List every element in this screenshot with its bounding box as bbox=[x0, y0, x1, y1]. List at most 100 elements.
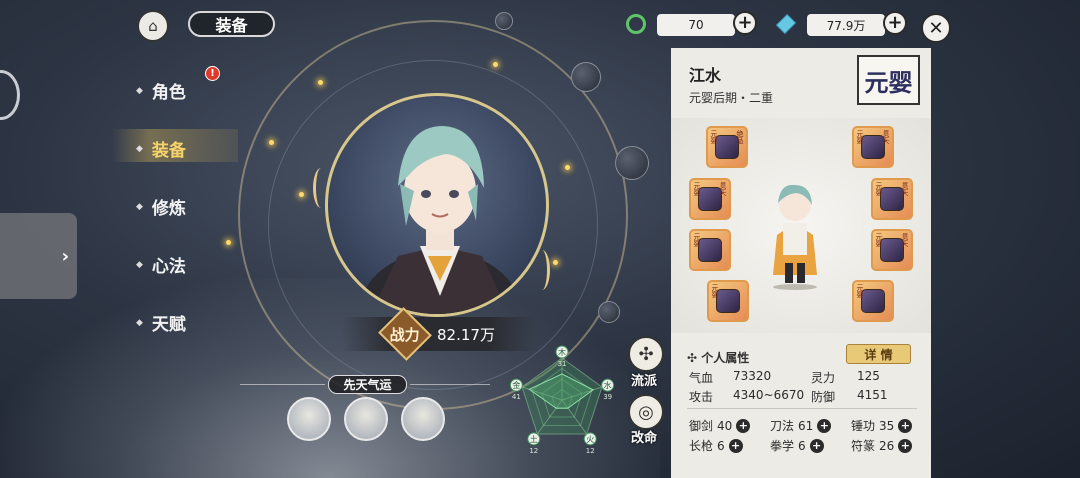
realm-seal: 元婴 bbox=[857, 55, 920, 105]
side-expand-tab[interactable]: › bbox=[0, 213, 77, 299]
swirl-icon: ◎ bbox=[638, 401, 654, 423]
diamond-icon: ◆ bbox=[136, 201, 143, 212]
page-title: 装备 bbox=[188, 11, 275, 37]
spark bbox=[493, 62, 498, 67]
nav-item-talent[interactable]: ◆ 天赋 bbox=[136, 310, 186, 335]
equip-slot-right-2[interactable]: 元婴 贯天 bbox=[871, 178, 913, 220]
stat-def-value: 4151 bbox=[857, 388, 888, 402]
home-button[interactable]: ⌂ bbox=[137, 10, 169, 42]
spark bbox=[299, 192, 304, 197]
innate-luck-title: 先天气运 bbox=[328, 375, 407, 394]
luck-avatar-3[interactable] bbox=[401, 397, 445, 441]
character-chibi bbox=[773, 184, 817, 290]
element-radar-chart: 木 31 水 39 火 12 土 12 金 41 bbox=[509, 345, 615, 455]
portrait-arc-ornament bbox=[313, 168, 329, 208]
stat-hp-label: 气血 bbox=[689, 371, 714, 385]
divider bbox=[687, 408, 917, 409]
spirit-crystal-icon bbox=[775, 13, 797, 35]
luck-avatar-2[interactable] bbox=[344, 397, 388, 441]
school-button[interactable]: ✣ bbox=[628, 336, 664, 372]
divider bbox=[240, 384, 325, 385]
portrait-arc-ornament bbox=[534, 250, 550, 290]
radar-element-label: 土 bbox=[530, 434, 538, 444]
stat-hp-value: 73320 bbox=[733, 369, 772, 383]
radar-element-label: 木 bbox=[558, 347, 566, 357]
add-currency1-button[interactable]: + bbox=[733, 11, 757, 35]
skill-hammer: 锤功 35 + bbox=[851, 417, 913, 434]
radar-element-value: 12 bbox=[586, 447, 595, 455]
radar-element-value: 41 bbox=[512, 393, 521, 401]
alert-badge: ! bbox=[205, 66, 220, 81]
combat-power-value: 82.17万 bbox=[437, 325, 495, 344]
character-realm: 元婴后期・二重 bbox=[689, 91, 774, 105]
diamond-icon: ◆ bbox=[136, 85, 143, 96]
currency2-value: 77.9万 bbox=[807, 14, 885, 36]
school-icon: ✣ bbox=[638, 343, 654, 365]
nav-item-mind-method[interactable]: ◆ 心法 bbox=[136, 252, 186, 277]
spark bbox=[318, 80, 323, 85]
character-art bbox=[360, 126, 520, 314]
upgrade-skill-spear-button[interactable]: + bbox=[728, 438, 743, 453]
close-icon: ✕ bbox=[928, 17, 944, 39]
add-currency2-button[interactable]: + bbox=[883, 11, 907, 35]
change-fate-button[interactable]: ◎ bbox=[628, 394, 664, 430]
change-fate-label: 改命 bbox=[631, 431, 658, 446]
diamond-icon: ◆ bbox=[136, 317, 143, 328]
compass-icon: ✣ bbox=[687, 351, 698, 365]
stat-atk-value: 4340~6670 bbox=[733, 388, 805, 402]
radar-element-label: 火 bbox=[586, 435, 594, 444]
currency1-value: 70 bbox=[657, 14, 735, 36]
equip-slot-right-3[interactable]: 元婴 贯天 bbox=[871, 229, 913, 271]
skill-spear: 长枪 6 + bbox=[689, 437, 743, 454]
diamond-icon: ◆ bbox=[136, 143, 143, 154]
personal-attributes-title: ✣ 个人属性 bbox=[687, 351, 750, 365]
diamond-icon: ◆ bbox=[136, 259, 143, 270]
spark bbox=[226, 240, 231, 245]
skill-sword: 御剑 40 + bbox=[689, 417, 751, 434]
spark bbox=[565, 165, 570, 170]
luck-avatar-1[interactable] bbox=[287, 397, 331, 441]
upgrade-skill-hammer-button[interactable]: + bbox=[898, 418, 913, 433]
nav-item-equipment[interactable]: ◆ 装备 bbox=[136, 136, 186, 161]
equip-slot-left-1[interactable]: 元婴 绝品 bbox=[706, 126, 748, 168]
equip-slot-left-3[interactable]: 元婴 bbox=[689, 229, 731, 271]
stat-def-label: 防御 bbox=[811, 390, 836, 404]
equip-slot-left-2[interactable]: 元婴 贯天 bbox=[689, 178, 731, 220]
school-label: 流派 bbox=[631, 374, 658, 389]
character-portrait bbox=[325, 93, 549, 317]
jade-ring-icon bbox=[626, 14, 646, 34]
details-button[interactable]: 详 情 bbox=[846, 344, 911, 364]
radar-element-value: 31 bbox=[558, 360, 567, 368]
skill-blade: 刀法 61 + bbox=[770, 417, 832, 434]
character-name: 江水 bbox=[689, 66, 722, 85]
radar-element-label: 金 bbox=[512, 380, 520, 390]
upgrade-skill-sword-button[interactable]: + bbox=[736, 418, 751, 433]
divider bbox=[410, 384, 490, 385]
equip-slot-left-4[interactable]: 元婴 bbox=[707, 280, 749, 322]
nav-item-role[interactable]: ◆ 角色 bbox=[136, 78, 186, 103]
orbit-planet bbox=[495, 12, 513, 30]
pavilion-icon: ⌂ bbox=[148, 17, 158, 35]
orbit-planet bbox=[598, 301, 620, 323]
radar-element-value: 12 bbox=[529, 447, 538, 455]
chevron-right-icon: › bbox=[61, 245, 69, 267]
equip-slot-right-4[interactable]: 元婴 bbox=[852, 280, 894, 322]
radar-element-label: 水 bbox=[604, 380, 612, 390]
equip-slot-right-1[interactable]: 元婴 贯天 bbox=[852, 126, 894, 168]
nav-item-cultivation[interactable]: ◆ 修炼 bbox=[136, 194, 186, 219]
stat-sp-value: 125 bbox=[857, 369, 880, 383]
skill-fist: 拳学 6 + bbox=[770, 437, 824, 454]
edge-ring bbox=[0, 70, 20, 120]
upgrade-skill-talisman-button[interactable]: + bbox=[898, 438, 913, 453]
close-button[interactable]: ✕ bbox=[921, 13, 951, 43]
upgrade-skill-fist-button[interactable]: + bbox=[809, 438, 824, 453]
spark bbox=[553, 260, 558, 265]
orbit-planet bbox=[571, 62, 601, 92]
radar-element-value: 39 bbox=[603, 393, 612, 401]
orbit-planet bbox=[615, 146, 649, 180]
skill-talisman: 符篆 26 + bbox=[851, 437, 913, 454]
upgrade-skill-blade-button[interactable]: + bbox=[817, 418, 832, 433]
stat-atk-label: 攻击 bbox=[689, 390, 714, 404]
spark bbox=[269, 140, 274, 145]
stat-sp-label: 灵力 bbox=[811, 371, 836, 385]
